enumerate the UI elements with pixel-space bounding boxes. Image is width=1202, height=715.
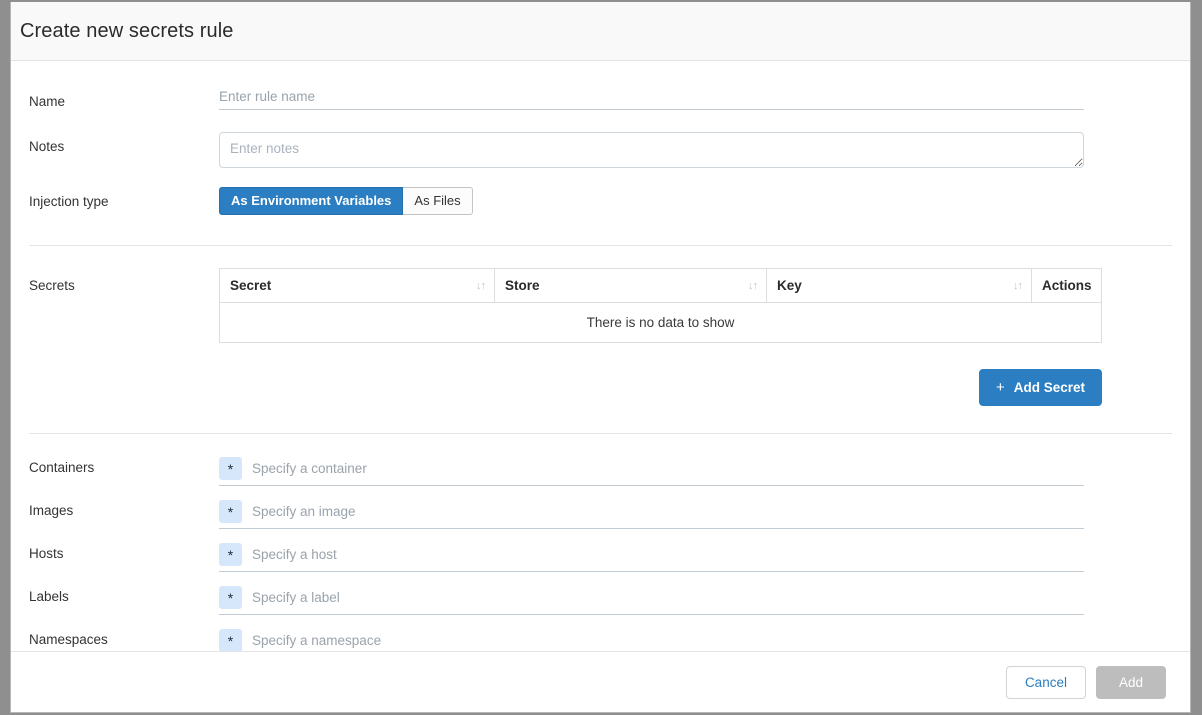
section-divider-bottom [29,433,1172,434]
segment-as-files[interactable]: As Files [403,187,472,215]
field-row-name: Name [11,87,1190,110]
field-row-hosts: Hosts * [11,543,1190,572]
name-field-area [219,87,1181,110]
column-header-secret[interactable]: Secret ↓↑ [220,269,495,303]
page-title: Create new secrets rule [20,20,234,43]
label-containers: Containers [20,457,219,475]
asterisk-tag-icon[interactable]: * [219,586,242,609]
images-input[interactable] [250,503,1084,520]
column-header-store[interactable]: Store ↓↑ [495,269,767,303]
column-label-key: Key [777,278,802,293]
asterisk-tag-icon[interactable]: * [219,500,242,523]
add-secret-label: Add Secret [1014,380,1085,395]
labels-tag-row: * [219,586,1084,615]
create-secrets-rule-modal: Create new secrets rule Name Notes Injec… [10,2,1191,713]
plus-icon: + [996,379,1005,396]
label-labels: Labels [20,586,219,604]
containers-field-area: * [219,457,1181,486]
injection-type-area: As Environment Variables As Files [219,187,1181,215]
labels-input[interactable] [250,589,1084,606]
section-divider-top [29,245,1172,246]
sort-icon[interactable]: ↓↑ [748,280,757,292]
modal-footer: Cancel Add [11,651,1190,712]
hosts-tag-row: * [219,543,1084,572]
images-tag-row: * [219,500,1084,529]
asterisk-tag-icon[interactable]: * [219,629,242,651]
secrets-table-head: Secret ↓↑ Store ↓↑ Key ↓↑ [220,269,1102,303]
secrets-table: Secret ↓↑ Store ↓↑ Key ↓↑ [219,268,1102,343]
containers-input[interactable] [250,460,1084,477]
hosts-field-area: * [219,543,1181,572]
add-secret-button[interactable]: + Add Secret [979,369,1102,406]
column-header-key[interactable]: Key ↓↑ [767,269,1032,303]
namespaces-field-area: * [219,629,1181,651]
column-label-secret: Secret [230,278,271,293]
column-label-store: Store [505,278,540,293]
notes-textarea[interactable] [219,132,1084,168]
rule-name-input[interactable] [219,87,1084,110]
asterisk-tag-icon[interactable]: * [219,457,242,480]
label-secrets: Secrets [20,268,219,293]
sort-icon[interactable]: ↓↑ [1013,280,1022,292]
add-secret-button-area: + Add Secret [219,369,1102,406]
column-header-actions: Actions [1032,269,1102,303]
field-row-notes: Notes [11,132,1190,173]
modal-body: Name Notes Injection type As Environment… [11,61,1190,651]
namespaces-input[interactable] [250,632,1084,649]
column-label-actions: Actions [1042,278,1092,293]
label-images: Images [20,500,219,518]
label-injection-type: Injection type [20,187,219,209]
labels-field-area: * [219,586,1181,615]
field-row-namespaces: Namespaces * [11,629,1190,651]
cancel-button[interactable]: Cancel [1006,666,1086,699]
images-field-area: * [219,500,1181,529]
table-header-row: Secret ↓↑ Store ↓↑ Key ↓↑ [220,269,1102,303]
secrets-table-area: Secret ↓↑ Store ↓↑ Key ↓↑ [219,268,1190,406]
field-row-containers: Containers * [11,457,1190,486]
table-empty-row: There is no data to show [220,303,1102,343]
label-notes: Notes [20,132,219,154]
empty-state-message: There is no data to show [220,303,1102,343]
notes-field-area [219,132,1181,173]
label-namespaces: Namespaces [20,629,219,647]
containers-tag-row: * [219,457,1084,486]
field-row-injection-type: Injection type As Environment Variables … [11,187,1190,215]
hosts-input[interactable] [250,546,1084,563]
injection-type-segmented-control: As Environment Variables As Files [219,187,473,215]
add-button[interactable]: Add [1096,666,1166,699]
namespaces-tag-row: * [219,629,1084,651]
field-row-images: Images * [11,500,1190,529]
secrets-table-body: There is no data to show [220,303,1102,343]
segment-as-environment-variables[interactable]: As Environment Variables [219,187,403,215]
label-name: Name [20,87,219,109]
modal-header: Create new secrets rule [11,2,1190,61]
scope-fields: Containers * Images * Ho [11,457,1190,651]
label-hosts: Hosts [20,543,219,561]
sort-icon[interactable]: ↓↑ [476,280,485,292]
field-row-labels: Labels * [11,586,1190,615]
field-row-secrets: Secrets Secret ↓↑ Store ↓↑ [11,268,1190,406]
asterisk-tag-icon[interactable]: * [219,543,242,566]
